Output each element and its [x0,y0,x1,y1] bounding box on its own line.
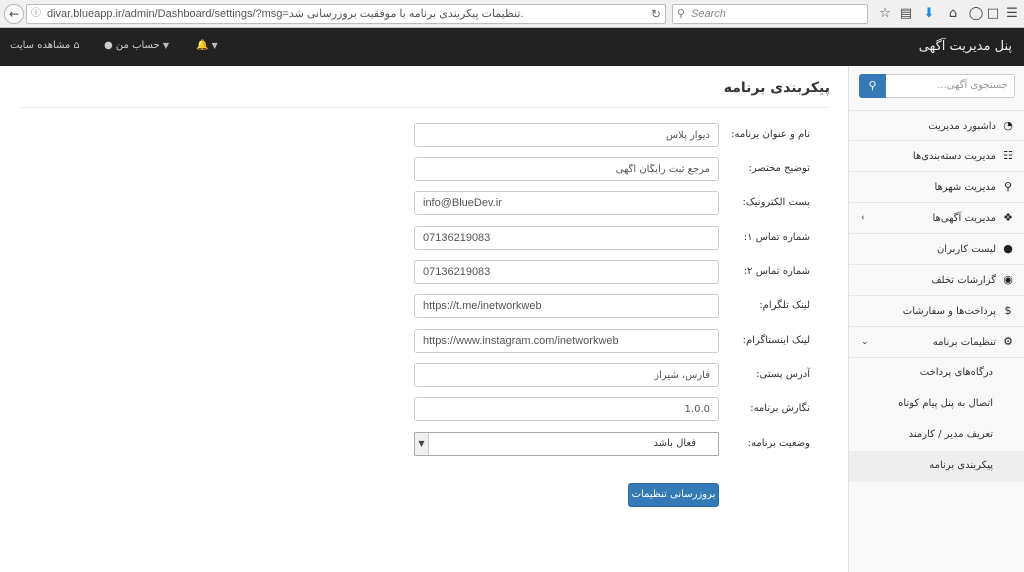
update-settings-button[interactable]: بروزرسانی تنظیمات [628,483,719,507]
chevron-down-icon: ⌄ [861,337,869,347]
app-status-label: وضعیت برنامه: [747,438,810,449]
cubes-icon: ❖ [1003,211,1013,224]
gear-icon: ⚙ [1003,335,1013,348]
address-bar[interactable]: ⓘ divar.blueapp.ir/admin/Dashboard/setti… [26,4,666,24]
view-site-link[interactable]: ⌂ مشاهده سایت [10,28,80,64]
phone-1-input[interactable] [414,226,719,250]
sidebar-item-ads[interactable]: ❖ مدیریت آگهی‌ها › [849,203,1024,234]
app-version-label: نگارش برنامه: [750,403,810,414]
bell-icon: 🔔 [196,40,209,51]
my-account-dropdown[interactable]: ▼ حساب من ● [104,28,169,64]
chevron-left-icon: › [861,213,865,223]
search-icon: ⚲ [677,8,686,20]
instagram-input[interactable] [414,329,719,353]
email-label: پست الکترونیک: [742,197,810,208]
title-divider [20,107,830,108]
short-description-input[interactable] [414,157,719,181]
chevron-down-icon: ▼ [415,433,429,455]
instagram-label: لینک اینستاگرام: [742,335,810,346]
short-description-label: توضیح مختصر: [748,163,810,174]
top-navbar: پنل مدیریت آگهی ⌂ مشاهده سایت ▼ حساب من … [0,28,1024,66]
user-icon: ● [1003,242,1013,255]
notifications-dropdown[interactable]: ▼ 🔔 [196,28,218,64]
user-icon: ● [104,40,113,51]
sidebar-item-payments[interactable]: $ پرداخت‌ها و سفارشات [849,296,1024,327]
menu-icon[interactable]: ☰ [1003,5,1021,23]
page-title: پیکربندی برنامه [723,80,830,96]
sidebar-item-label: تنظیمات برنامه [932,337,996,348]
sidebar-subitem-app-config[interactable]: پیکربندی برنامه [849,451,1024,482]
download-icon[interactable]: ⬇ [920,5,938,23]
sidebar-item-label: لیست کاربران [936,244,996,255]
caret-down-icon: ▼ [211,41,218,50]
home-icon: ⌂ [73,40,80,51]
map-marker-icon: ⚲ [1003,180,1013,193]
sidebar-subitem-label: درگاه‌های پرداخت [919,367,993,378]
sidebar-item-label: داشبورد مدیریت [928,121,996,132]
sidebar-item-cities[interactable]: ⚲ مدیریت شهرها [849,172,1024,203]
bookmark-star-icon[interactable]: ☆ [876,5,894,23]
home-icon[interactable]: ⌂ [944,5,962,23]
sidebar-item-label: مدیریت آگهی‌ها [932,213,997,224]
pocket-icon[interactable]: ◯ [967,5,985,23]
caret-down-icon: ▼ [162,41,169,50]
sidebar-subitem-label: پیکربندی برنامه [929,460,993,471]
browser-search-placeholder: Search [691,8,726,20]
app-status-select[interactable]: فعال باشد ▼ [414,432,719,456]
app-name-input[interactable] [414,123,719,147]
reading-list-icon[interactable]: ▤ [897,5,915,23]
reload-icon[interactable]: ↻ [651,5,661,23]
browser-toolbar: ← ⓘ divar.blueapp.ir/admin/Dashboard/set… [0,0,1024,28]
sitemap-icon: ☷ [1003,149,1013,162]
my-account-label: حساب من [115,40,160,51]
app-status-value: فعال باشد [653,438,696,449]
main-content: پیکربندی برنامه نام و عنوان برنامه: توضی… [20,66,830,572]
view-site-label: مشاهده سایت [10,40,71,51]
dollar-icon: $ [1004,304,1012,317]
app-name-label: نام و عنوان برنامه: [731,129,810,140]
sidebar-item-label: پرداخت‌ها و سفارشات [902,306,996,317]
phone-1-label: شماره تماس ۱: [743,232,810,243]
sidebar-item-label: مدیریت شهرها [934,182,996,193]
email-input[interactable] [414,191,719,215]
browser-search-input[interactable]: ⚲ Search [672,4,868,24]
sidebar-item-dashboard[interactable]: ◔ داشبورد مدیریت [849,110,1024,141]
back-icon[interactable]: ← [4,4,24,24]
sidebar-item-settings[interactable]: ⚙ تنظیمات برنامه ⌄ [849,327,1024,358]
sidebar: ⚲ جستجوی آگهی... ◔ داشبورد مدیریت ☷ مدیریت… [848,66,1024,572]
sidebar-item-reports[interactable]: ◉ گزارشات تخلف [849,265,1024,296]
postal-address-input[interactable] [414,363,719,387]
phone-2-input[interactable] [414,260,719,284]
sidebar-subitem-gateways[interactable]: درگاه‌های پرداخت [849,358,1024,389]
sidebar-subitem-label: تعریف مدیر / کارمند [908,429,993,440]
comment-icon: ◉ [1003,273,1013,286]
sidebar-subitem-sms-panel[interactable]: اتصال به پنل پیام کوتاه [849,389,1024,420]
sidebar-item-label: مدیریت دسته‌بندی‌ها [912,151,996,162]
brand-title[interactable]: پنل مدیریت آگهی [919,28,1012,66]
postal-address-label: آدرس پستی: [756,369,810,380]
sidebar-item-users[interactable]: ● لیست کاربران [849,234,1024,265]
sidebar-search-button[interactable]: ⚲ [859,74,886,98]
sidebar-subitem-admins[interactable]: تعریف مدیر / کارمند [849,420,1024,451]
sidebar-item-label: گزارشات تخلف [931,275,996,286]
search-icon: ⚲ [868,79,877,92]
sidebar-subitem-label: اتصال به پنل پیام کوتاه [898,398,993,409]
app-version-input[interactable] [414,397,719,421]
info-icon: ⓘ [31,8,41,19]
sidebar-item-categories[interactable]: ☷ مدیریت دسته‌بندی‌ها [849,141,1024,172]
sidebar-search: ⚲ جستجوی آگهی... [859,74,1015,98]
dashboard-icon: ◔ [1003,119,1013,132]
sidebar-search-input[interactable]: جستجوی آگهی... [886,74,1015,98]
phone-2-label: شماره تماس ۲: [743,266,810,277]
telegram-label: لینک تلگرام: [759,300,810,311]
address-url: divar.blueapp.ir/admin/Dashboard/setting… [47,8,524,20]
chat-icon[interactable]: □ [984,5,1002,23]
telegram-input[interactable] [414,294,719,318]
